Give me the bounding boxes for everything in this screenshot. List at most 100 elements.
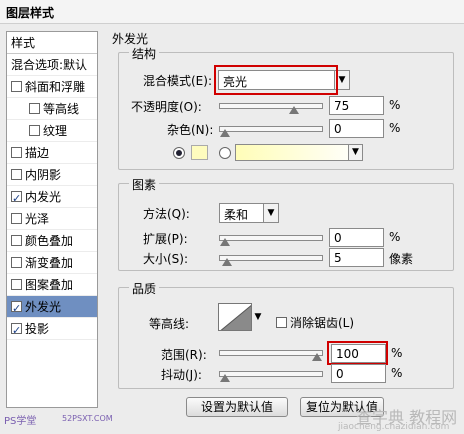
sidebar-item[interactable]: 颜色叠加 [7, 230, 97, 252]
jitter-slider[interactable] [219, 371, 323, 382]
elements-title: 图素 [129, 176, 160, 193]
sidebar-item-label: 内发光 [25, 190, 62, 204]
sidebar-item-label: 混合选项:默认 [11, 58, 88, 72]
jitter-label: 抖动(J): [161, 368, 202, 382]
style-checkbox[interactable] [11, 320, 22, 342]
set-default-button[interactable]: 设置为默认值 [186, 397, 288, 417]
glow-gradient-picker[interactable]: ▼ [235, 144, 363, 161]
gradient-radio[interactable] [219, 147, 231, 159]
range-unit: % [391, 346, 403, 360]
size-value: 5 [334, 251, 342, 265]
style-checkbox[interactable] [11, 298, 22, 320]
styles-list: 混合选项:默认斜面和浮雕等高线纹理描边内阴影内发光光泽颜色叠加渐变叠加图案叠加外… [7, 54, 97, 342]
style-checkbox[interactable] [29, 103, 40, 114]
sidebar-item-label: 外发光 [25, 300, 62, 314]
sidebar-item-label: 等高线 [43, 102, 80, 116]
solid-color-radio[interactable] [173, 147, 185, 159]
quality-title: 品质 [129, 280, 160, 297]
opacity-unit: % [389, 98, 401, 112]
jitter-value: 0 [336, 367, 344, 381]
chevron-down-icon: ▼ [348, 145, 362, 160]
noise-slider[interactable] [219, 126, 323, 137]
sidebar-item[interactable]: 图案叠加 [7, 274, 97, 296]
sidebar-item[interactable]: 斜面和浮雕 [7, 76, 97, 98]
sidebar-item[interactable]: 等高线 [7, 98, 97, 120]
sidebar-item[interactable]: 投影 [7, 318, 97, 342]
noise-unit: % [389, 121, 401, 135]
styles-header[interactable]: 样式 [7, 32, 97, 54]
dialog-titlebar: 图层样式 [0, 0, 464, 24]
opacity-slider[interactable] [219, 103, 323, 114]
opacity-slider-thumb[interactable] [289, 106, 299, 114]
spread-input[interactable]: 0 [329, 228, 384, 247]
quality-group: 品质 等高线: ▼ 消除锯齿(L) 范围(R): 100 % 抖动(J): 0 … [118, 280, 454, 389]
size-slider-thumb[interactable] [221, 258, 232, 266]
sidebar-item[interactable]: 外发光 [7, 296, 97, 320]
highlight-box [214, 65, 338, 95]
noise-value: 0 [334, 122, 342, 136]
watermark-left: PS学堂 [4, 416, 37, 427]
antialias-label: 消除锯齿(L) [290, 316, 355, 330]
spread-slider-thumb[interactable] [220, 238, 230, 246]
method-label: 方法(Q): [143, 207, 190, 221]
sidebar-item[interactable]: 渐变叠加 [7, 252, 97, 274]
jitter-unit: % [391, 366, 403, 380]
watermark-right-url: jiaocheng.chazidian.com [338, 422, 450, 432]
style-checkbox[interactable] [11, 147, 22, 158]
sidebar-item[interactable]: 光泽 [7, 208, 97, 230]
style-checkbox[interactable] [11, 188, 22, 210]
watermark-left-url: 52PSXT.COM [62, 414, 113, 423]
spread-slider[interactable] [219, 235, 323, 246]
sidebar-item-label: 光泽 [25, 212, 50, 226]
size-input[interactable]: 5 [329, 248, 384, 267]
dialog-title: 图层样式 [6, 6, 55, 20]
style-checkbox[interactable] [11, 279, 22, 290]
elements-group: 图素 方法(Q): 柔和 ▼ 扩展(P): 0 % 大小(S): 5 像素 [118, 176, 454, 271]
chevron-down-icon: ▼ [263, 204, 278, 222]
outer-glow-panel: 外发光 结构 混合模式(E): 亮光 ▼ 不透明度(O): 75 % 杂色(N)… [102, 31, 462, 417]
size-unit: 像素 [389, 252, 414, 266]
sidebar-item-label: 纹理 [43, 124, 68, 138]
glow-color-swatch[interactable] [191, 145, 208, 160]
sidebar-item-label: 图案叠加 [25, 278, 74, 292]
size-slider[interactable] [219, 255, 323, 266]
antialias-checkbox[interactable] [276, 317, 287, 328]
sidebar-item[interactable]: 纹理 [7, 120, 97, 142]
chevron-down-icon[interactable]: ▼ [253, 303, 263, 331]
noise-slider-thumb[interactable] [220, 129, 230, 137]
sidebar-item[interactable]: 内阴影 [7, 164, 97, 186]
range-slider[interactable] [219, 350, 323, 361]
sidebar-item[interactable]: 混合选项:默认 [7, 54, 97, 76]
style-checkbox[interactable] [11, 81, 22, 92]
sidebar-item[interactable]: 内发光 [7, 186, 97, 210]
blend-mode-label: 混合模式(E): [143, 74, 212, 88]
style-checkbox[interactable] [11, 235, 22, 246]
contour-label: 等高线: [149, 317, 190, 331]
sidebar-item[interactable]: 描边 [7, 142, 97, 164]
structure-group: 结构 混合模式(E): 亮光 ▼ 不透明度(O): 75 % 杂色(N): 0 … [118, 45, 454, 170]
sidebar-item-label: 内阴影 [25, 168, 62, 182]
structure-title: 结构 [129, 45, 160, 62]
style-checkbox[interactable] [11, 213, 22, 224]
size-label: 大小(S): [143, 252, 189, 266]
spread-unit: % [389, 230, 401, 244]
range-slider-thumb[interactable] [312, 353, 322, 361]
method-dropdown[interactable]: 柔和 ▼ [219, 203, 279, 223]
style-checkbox[interactable] [29, 125, 40, 136]
jitter-input[interactable]: 0 [331, 364, 386, 383]
sidebar-item-label: 斜面和浮雕 [25, 80, 86, 94]
style-checkbox[interactable] [11, 169, 22, 180]
range-highlight-box [327, 341, 388, 365]
jitter-slider-thumb[interactable] [220, 374, 230, 382]
opacity-input[interactable]: 75 [329, 96, 384, 115]
noise-label: 杂色(N): [167, 123, 214, 137]
contour-preview-icon [220, 304, 251, 330]
method-value: 柔和 [224, 208, 249, 222]
style-checkbox[interactable] [11, 257, 22, 268]
opacity-value: 75 [334, 99, 350, 113]
opacity-label: 不透明度(O): [131, 100, 202, 114]
spread-label: 扩展(P): [143, 232, 188, 246]
sidebar-item-label: 渐变叠加 [25, 256, 74, 270]
noise-input[interactable]: 0 [329, 119, 384, 138]
contour-picker[interactable] [218, 303, 252, 331]
